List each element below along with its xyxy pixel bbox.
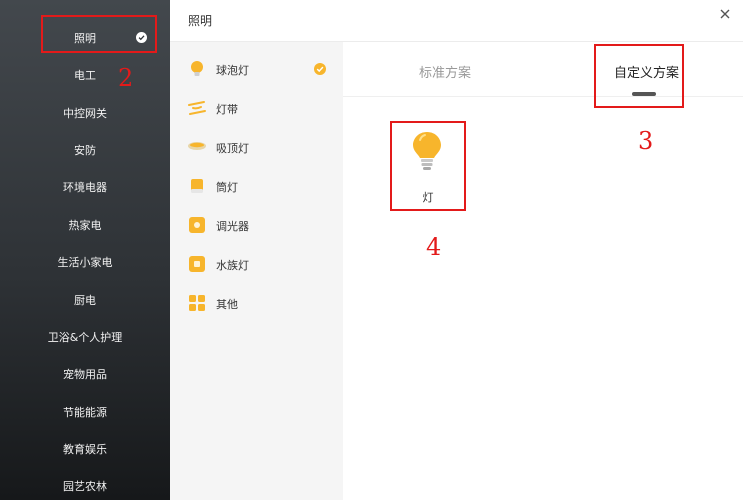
sidebar-item-environment[interactable]: 环境电器	[0, 168, 170, 205]
close-button[interactable]	[715, 5, 735, 25]
light-type-label: 吸顶灯	[216, 142, 249, 155]
light-type-label: 灯带	[216, 103, 238, 116]
sidebar-item-label: 中控网关	[63, 106, 107, 120]
light-type-label: 其他	[216, 298, 238, 311]
light-type-label: 筒灯	[216, 181, 238, 194]
light-type-aquarium[interactable]: 水族灯	[170, 247, 343, 281]
sidebar-item-energy[interactable]: 节能能源	[0, 393, 170, 430]
dialog-title: 照明	[188, 14, 213, 28]
sidebar-item-pets[interactable]: 宠物用品	[0, 355, 170, 392]
light-type-downlight[interactable]: 筒灯	[170, 169, 343, 203]
sidebar-item-label: 安防	[74, 143, 96, 157]
light-type-list: 球泡灯 灯带 吸顶灯 筒灯 调光器 水族灯 其他	[170, 42, 343, 500]
sidebar-item-label: 节能能源	[63, 405, 107, 419]
sidebar-item-label: 教育娱乐	[63, 442, 107, 456]
light-strip-icon	[188, 101, 206, 115]
ceiling-light-icon	[188, 142, 206, 150]
close-icon	[720, 9, 730, 19]
sidebar-item-garden[interactable]: 园艺农林	[0, 467, 170, 500]
sidebar-item-label: 电工	[74, 68, 96, 82]
aquarium-light-icon	[189, 256, 205, 272]
sidebar-item-gateway[interactable]: 中控网关	[0, 94, 170, 131]
sidebar-item-label: 宠物用品	[63, 367, 107, 381]
light-type-label: 水族灯	[216, 259, 249, 272]
sidebar-item-label: 卫浴&个人护理	[47, 330, 123, 344]
annotation-number-3: 3	[638, 127, 654, 155]
light-type-other[interactable]: 其他	[170, 286, 343, 320]
sidebar-item-security[interactable]: 安防	[0, 131, 170, 168]
sidebar-item-label: 园艺农林	[63, 479, 107, 493]
device-type-dialog: 照明 电工 中控网关 安防 环境电器 热家电 生活小家电 厨电 卫浴&个人护理 …	[0, 0, 743, 500]
sidebar-item-label: 热家电	[68, 218, 102, 232]
annotation-number-2: 2	[118, 64, 134, 92]
sidebar-item-kitchen[interactable]: 厨电	[0, 281, 170, 318]
light-type-strip[interactable]: 灯带	[170, 91, 343, 125]
sidebar-item-bath-care[interactable]: 卫浴&个人护理	[0, 318, 170, 355]
tab-standard-plan[interactable]: 标准方案	[419, 62, 471, 81]
category-sidebar: 照明 电工 中控网关 安防 环境电器 热家电 生活小家电 厨电 卫浴&个人护理 …	[0, 0, 170, 500]
light-type-bulb[interactable]: 球泡灯	[170, 52, 343, 86]
dimmer-icon	[189, 217, 205, 233]
light-type-label: 调光器	[216, 220, 249, 233]
annotation-box-4	[390, 121, 466, 211]
annotation-box-3	[594, 44, 684, 108]
downlight-icon	[191, 179, 203, 193]
sidebar-item-electrical[interactable]: 电工	[0, 56, 170, 93]
sidebar-item-heating[interactable]: 热家电	[0, 206, 170, 243]
check-icon	[314, 63, 326, 75]
sidebar-item-small-appliances[interactable]: 生活小家电	[0, 243, 170, 280]
grid-icon	[189, 295, 205, 311]
light-type-ceiling[interactable]: 吸顶灯	[170, 130, 343, 164]
annotation-box-2	[41, 15, 157, 53]
sidebar-item-label: 生活小家电	[57, 255, 113, 269]
bulb-icon	[191, 61, 203, 76]
sidebar-item-label: 厨电	[74, 293, 96, 307]
sidebar-item-label: 环境电器	[63, 180, 107, 194]
annotation-number-4: 4	[426, 233, 442, 261]
sidebar-item-education[interactable]: 教育娱乐	[0, 430, 170, 467]
light-type-label: 球泡灯	[216, 64, 249, 77]
light-type-dimmer[interactable]: 调光器	[170, 208, 343, 242]
